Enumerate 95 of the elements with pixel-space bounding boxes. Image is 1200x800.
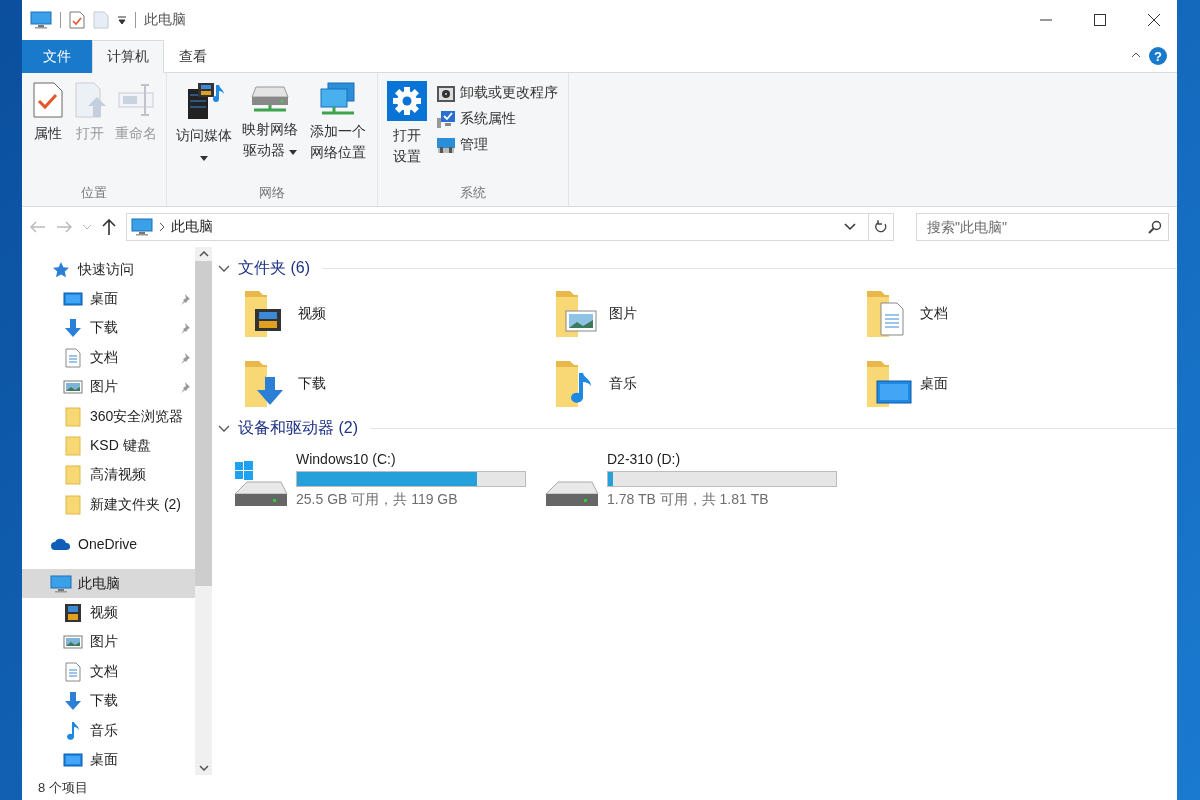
checked-document-icon[interactable] (69, 11, 85, 29)
folder-icon (65, 406, 81, 427)
nav-item[interactable]: 新建文件夹 (2) (22, 490, 195, 520)
folder-name[interactable]: 图片 (609, 305, 637, 323)
document-up-arrow-icon (73, 81, 107, 119)
nav-item[interactable]: 文档 (22, 343, 195, 373)
group-label: 网络 (258, 184, 287, 202)
folder-name[interactable]: 桌面 (920, 375, 948, 393)
cloud-icon (50, 537, 72, 552)
free-space-text: 1.78 TB 可用，共 1.81 TB (607, 491, 770, 509)
folder-name[interactable]: 下载 (298, 375, 326, 393)
scroll-up-icon[interactable] (198, 251, 209, 257)
down-arrow-icon (63, 691, 83, 712)
item-count: 8 个项目 (38, 778, 88, 797)
nav-item[interactable]: 快速访问 (22, 255, 195, 285)
picture-icon (63, 380, 83, 395)
dropdown-icon[interactable] (844, 223, 856, 231)
ribbon-button[interactable]: 访问媒体 (173, 79, 235, 184)
hard-drive-icon (234, 461, 288, 507)
ribbon-button[interactable]: 属性 (28, 79, 68, 184)
ribbon-tab[interactable]: 计算机 (92, 40, 164, 73)
address-field[interactable]: 此电脑 (126, 213, 894, 241)
disc-box-icon (436, 83, 457, 103)
ribbon-button[interactable]: 管理 (432, 135, 563, 155)
computer-icon (30, 11, 52, 29)
scroll-down-icon[interactable] (198, 765, 209, 771)
folder-icon (866, 360, 912, 408)
ribbon-tab[interactable]: 查看 (164, 40, 222, 73)
nav-item[interactable]: 图片 (22, 372, 195, 402)
nav-item[interactable]: 桌面 (22, 745, 195, 775)
refresh-icon[interactable] (874, 220, 888, 234)
search-field[interactable]: 搜索"此电脑" (917, 214, 1148, 240)
caret-icon (289, 150, 298, 155)
ribbon-button[interactable]: 系统属性 (432, 109, 563, 129)
folder-icon (65, 465, 81, 486)
nav-item[interactable]: 图片 (22, 627, 195, 658)
nav-item[interactable]: 桌面 (22, 284, 195, 314)
ribbon-button[interactable]: 添加一个网络位置 (305, 79, 372, 184)
music-note-icon (65, 720, 81, 741)
chevron-icon (159, 222, 165, 232)
group-label: 系统 (459, 184, 488, 202)
chevron-icon[interactable] (218, 424, 230, 432)
chevron-icon[interactable] (218, 264, 230, 272)
rename-icon (117, 81, 155, 119)
ribbon-button[interactable]: 打开设置 (384, 79, 431, 184)
computer-icon (131, 218, 153, 236)
search-icon[interactable] (1148, 220, 1162, 234)
star-icon (52, 260, 70, 279)
help-button[interactable]: ? (1149, 47, 1167, 65)
caret-icon (200, 156, 208, 161)
nav-item[interactable]: 此电脑 (22, 568, 195, 599)
settings-icon (387, 81, 428, 121)
nav-item[interactable]: OneDrive (22, 529, 195, 559)
section-title: 文件夹 (6) (238, 257, 310, 278)
ribbon-button[interactable]: 卸载或更改程序 (432, 83, 563, 103)
up-arrow-icon[interactable] (102, 219, 116, 235)
document-icon (65, 347, 81, 368)
maximize-icon[interactable] (1094, 14, 1106, 26)
down-arrow-icon (63, 318, 83, 339)
desktop-icon (63, 752, 83, 767)
monitor-check-icon (436, 109, 457, 129)
checked-document-icon (31, 81, 65, 119)
free-space-text: 25.5 GB 可用，共 119 GB (296, 491, 459, 509)
document-icon (65, 661, 81, 682)
folder-icon (65, 436, 81, 457)
group-label: 位置 (80, 184, 108, 202)
window-title: 此电脑 (144, 11, 186, 29)
hard-drive-icon (545, 481, 599, 507)
chevron-up-icon[interactable] (1131, 52, 1141, 58)
nav-item[interactable]: 文档 (22, 657, 195, 687)
picture-icon (63, 635, 83, 650)
folder-icon (65, 494, 81, 515)
folder-name[interactable]: 音乐 (609, 375, 637, 393)
caret-icon[interactable] (117, 15, 127, 25)
scrollbar-thumb[interactable] (195, 261, 212, 586)
folder-name[interactable]: 视频 (298, 305, 326, 323)
film-icon (64, 603, 82, 623)
drive-name[interactable]: D2-310 (D:) (607, 451, 837, 467)
nav-item[interactable]: 下载 (22, 686, 195, 716)
nav-item[interactable]: 高清视频 (22, 460, 195, 491)
nav-item[interactable]: 视频 (22, 598, 195, 628)
ribbon-tab[interactable]: 文件 (22, 40, 92, 73)
nav-item[interactable]: 音乐 (22, 715, 195, 746)
computer-icon (50, 574, 72, 593)
nav-item[interactable]: 下载 (22, 313, 195, 344)
section-title: 设备和驱动器 (2) (238, 417, 358, 438)
folder-name[interactable]: 文档 (920, 305, 948, 323)
close-icon[interactable] (1148, 14, 1160, 26)
search-box[interactable]: 搜索"此电脑" (916, 213, 1169, 241)
manage-icon (436, 135, 457, 155)
desktop-icon (63, 292, 83, 307)
nav-item[interactable]: KSD 键盘 (22, 431, 195, 461)
nav-item[interactable]: 360安全浏览器 (22, 401, 195, 432)
ribbon-button[interactable]: 映射网络驱动器 (237, 79, 304, 184)
drive-name[interactable]: Windows10 (C:) (296, 451, 526, 467)
